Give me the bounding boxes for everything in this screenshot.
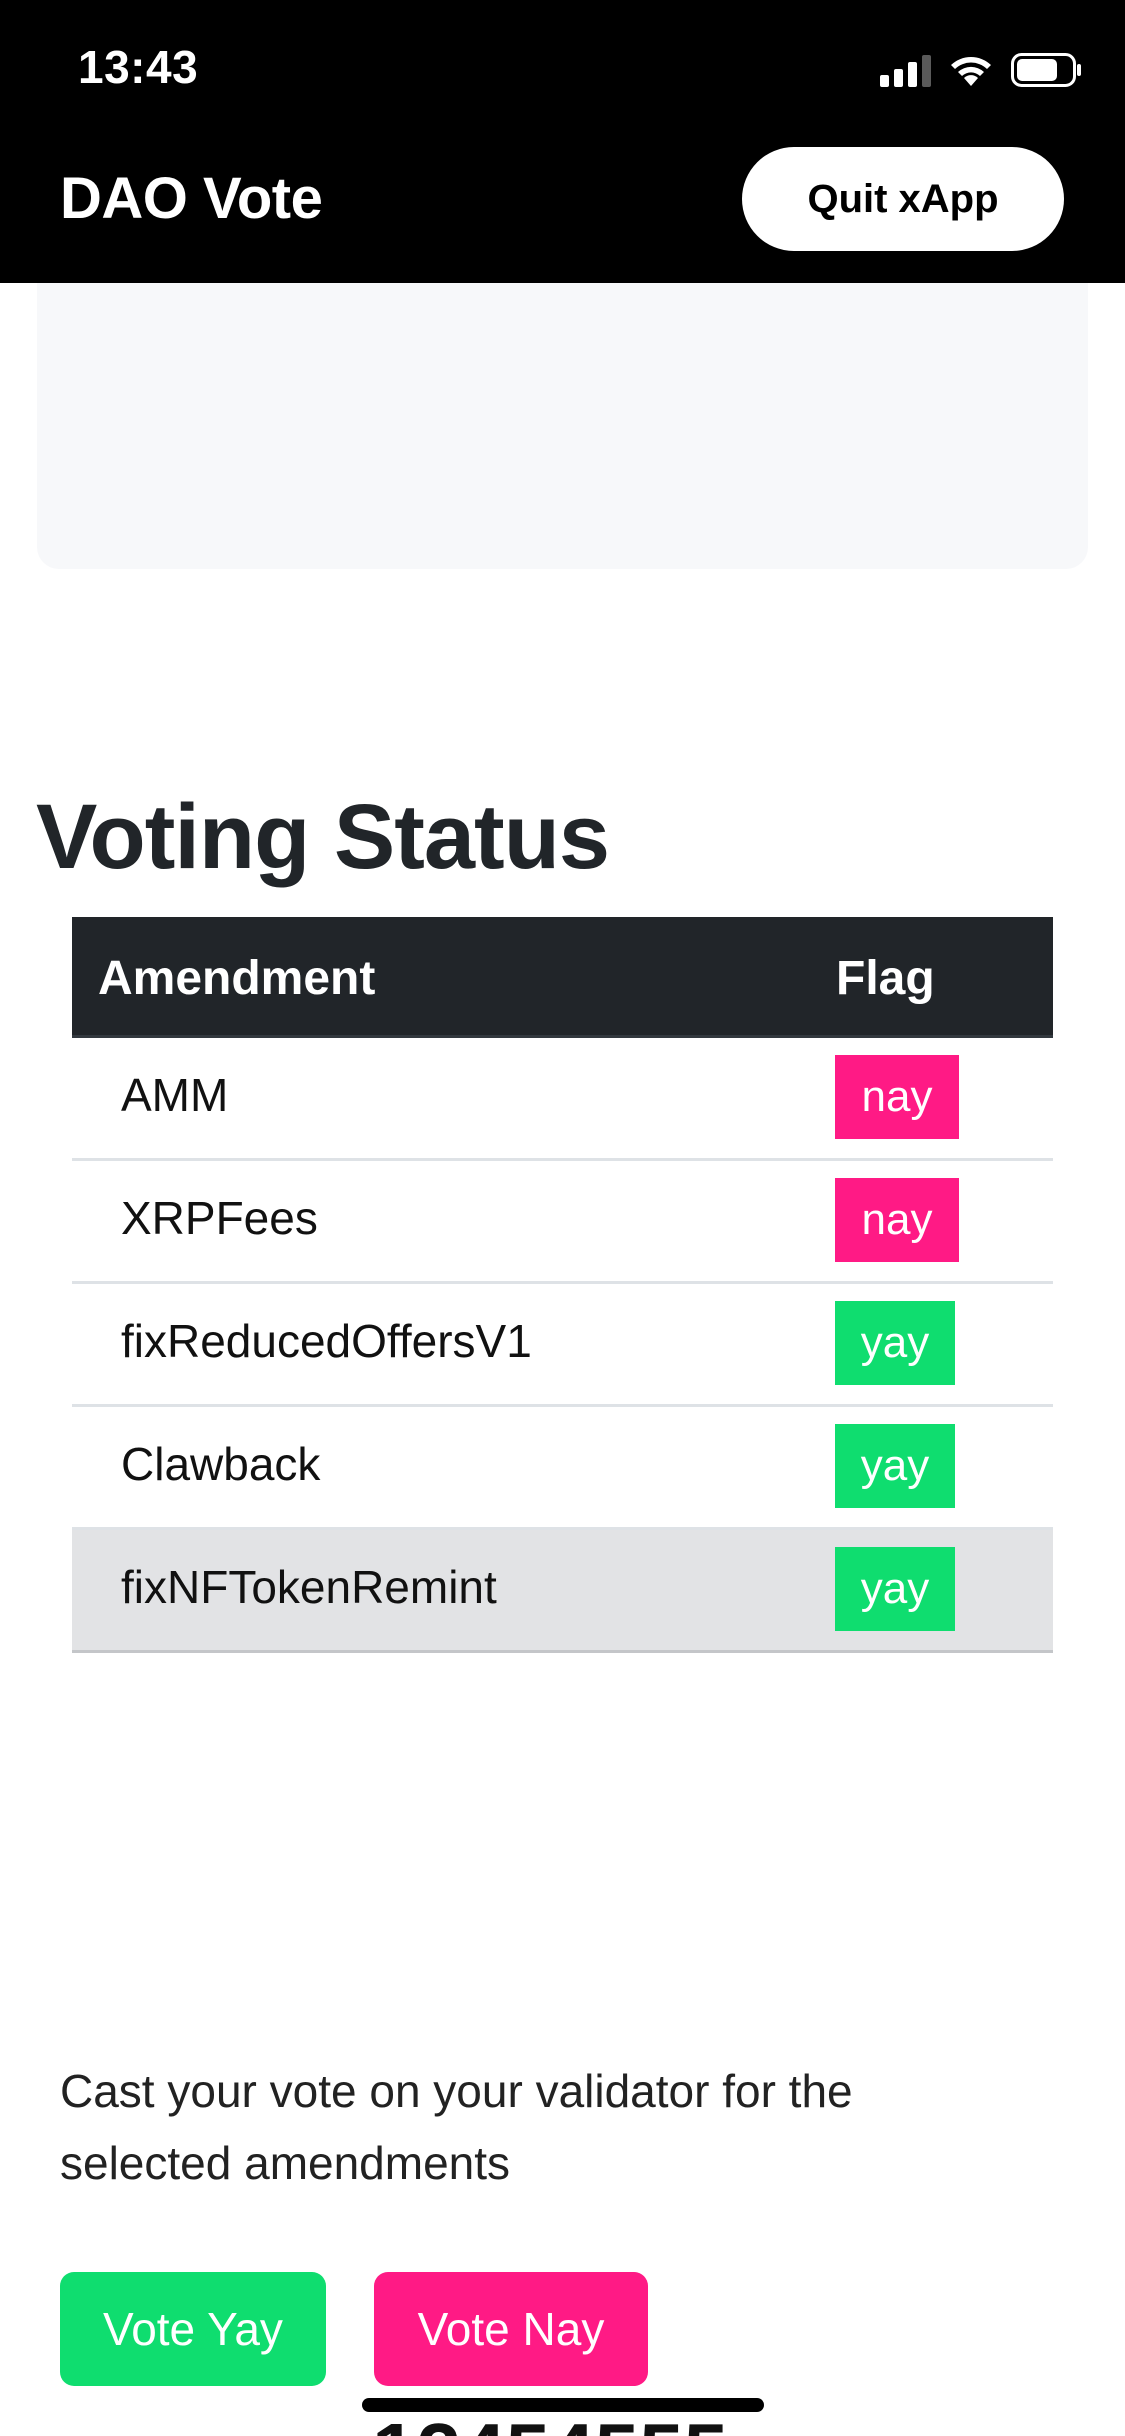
table-header: Amendment Flag	[72, 917, 1053, 1038]
table-row[interactable]: fixReducedOffersV1 yay	[72, 1284, 1053, 1407]
vote-instructions: Cast your vote on your validator for the…	[60, 2065, 853, 2189]
partial-text: 12454555	[372, 2412, 728, 2436]
flag-badge: yay	[835, 1424, 955, 1508]
amendment-name: AMM	[121, 1069, 229, 1121]
status-bar: 13:43	[0, 0, 1125, 135]
cellular-signal-icon	[880, 53, 931, 87]
status-icons	[880, 50, 1083, 90]
table-row[interactable]: AMM nay	[72, 1038, 1053, 1161]
flag-badge: nay	[835, 1055, 959, 1139]
flag-badge: yay	[835, 1547, 955, 1631]
app-header: DAO Vote Quit xApp	[0, 135, 1125, 283]
status-time: 13:43	[78, 41, 199, 93]
app-title: DAO Vote	[60, 166, 323, 231]
wifi-icon	[951, 57, 991, 86]
battery-icon	[1011, 53, 1081, 87]
table-row[interactable]: XRPFees nay	[72, 1161, 1053, 1284]
column-header-amendment: Amendment	[98, 952, 376, 1005]
flag-badge: yay	[835, 1301, 955, 1385]
table-row[interactable]: Clawback yay	[72, 1407, 1053, 1530]
amendment-name: fixReducedOffersV1	[121, 1315, 532, 1367]
table-row-selected[interactable]: fixNFTokenRemint yay	[72, 1530, 1053, 1653]
flag-badge: nay	[835, 1178, 959, 1262]
info-card	[37, 283, 1088, 569]
column-header-flag: Flag	[836, 952, 935, 1005]
vote-yay-button[interactable]: Vote Yay	[60, 2272, 326, 2386]
amendment-name: Clawback	[121, 1438, 321, 1490]
home-indicator[interactable]	[362, 2398, 764, 2412]
vote-nay-button[interactable]: Vote Nay	[374, 2272, 648, 2386]
quit-xapp-button[interactable]: Quit xApp	[742, 147, 1064, 251]
voting-status-title: Voting Status	[36, 786, 610, 888]
voting-status-table: Amendment Flag AMM nay XRPFees nay fixRe…	[72, 917, 1053, 1653]
amendment-name: fixNFTokenRemint	[121, 1561, 497, 1613]
amendment-name: XRPFees	[121, 1192, 318, 1244]
